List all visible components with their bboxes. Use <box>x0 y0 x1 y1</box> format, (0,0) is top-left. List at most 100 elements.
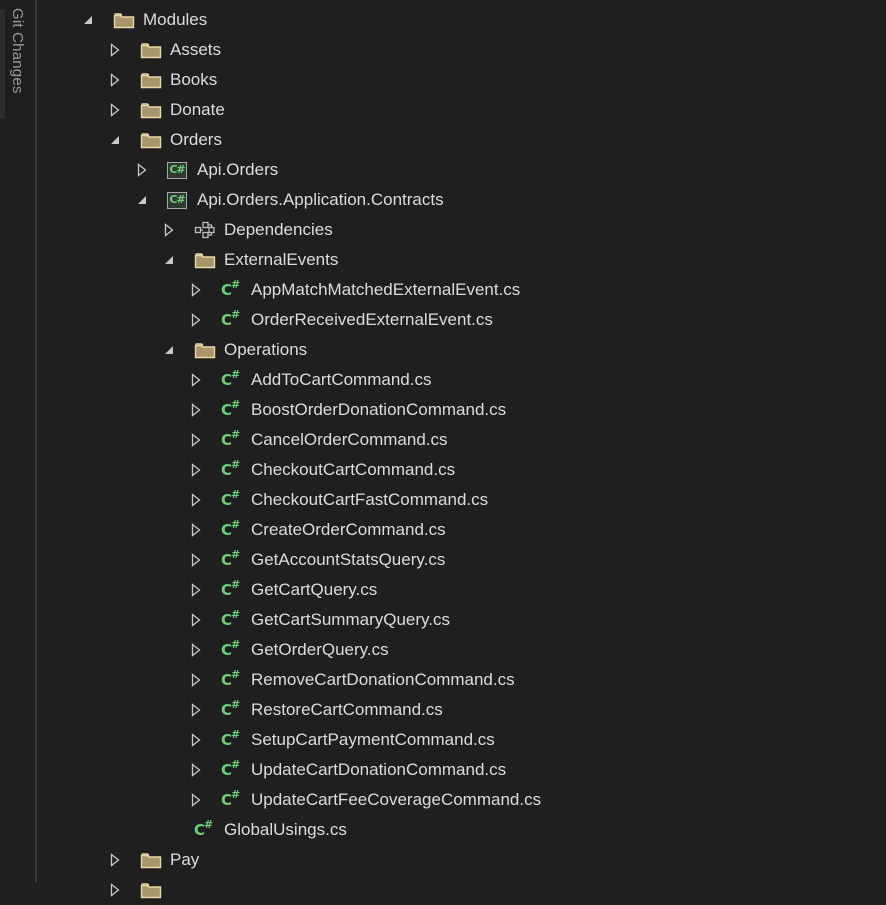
expanded-arrow-icon[interactable] <box>162 335 176 365</box>
folder-item[interactable]: Pay <box>37 845 886 875</box>
tree-item-label: Pay <box>170 850 200 869</box>
tree-item-label: Donate <box>170 100 225 119</box>
dependencies-item[interactable]: Dependencies <box>37 215 886 245</box>
tree-item-label: BoostOrderDonationCommand.cs <box>251 400 507 419</box>
tree-item-label: Api.Orders.Application.Contracts <box>197 190 444 209</box>
collapsed-arrow-icon[interactable] <box>162 215 176 245</box>
file-item[interactable]: C# SetupCartPaymentCommand.cs <box>37 725 886 755</box>
file-item[interactable]: C# BoostOrderDonationCommand.cs <box>37 395 886 425</box>
side-tool-strip: Git Changes <box>0 0 35 882</box>
file-item[interactable]: C# GetAccountStatsQuery.cs <box>37 545 886 575</box>
file-item[interactable]: C# GetCartQuery.cs <box>37 575 886 605</box>
collapsed-arrow-icon[interactable] <box>108 875 122 905</box>
collapsed-arrow-icon[interactable] <box>189 425 203 455</box>
tree-item-label: RemoveCartDonationCommand.cs <box>251 670 515 689</box>
collapsed-arrow-icon[interactable] <box>189 635 203 665</box>
csharp-file-icon: C# <box>221 578 240 599</box>
tree-item-label: CancelOrderCommand.cs <box>251 430 448 449</box>
tree-item-label: Operations <box>224 340 308 359</box>
active-tab-indicator <box>0 10 5 118</box>
file-item[interactable]: C# RestoreCartCommand.cs <box>37 695 886 725</box>
csharp-file-icon: C# <box>221 368 240 389</box>
file-item[interactable]: C# CancelOrderCommand.cs <box>37 425 886 455</box>
csharp-file-icon: C# <box>221 728 240 749</box>
expanded-arrow-icon[interactable] <box>81 5 95 35</box>
collapsed-arrow-icon[interactable] <box>108 845 122 875</box>
csharp-file-icon: C# <box>221 518 240 539</box>
csharp-file-icon: C# <box>221 608 240 629</box>
tree-item-label: CheckoutCartCommand.cs <box>251 460 456 479</box>
file-item[interactable]: C# CheckoutCartCommand.cs <box>37 455 886 485</box>
folder-icon <box>113 5 135 35</box>
folder-item[interactable]: Operations <box>37 335 886 365</box>
file-item[interactable]: C# UpdateCartFeeCoverageCommand.cs <box>37 785 886 815</box>
tree-item-label: RestoreCartCommand.cs <box>251 700 443 719</box>
csharp-file-icon: C# <box>221 398 240 419</box>
expanded-arrow-icon[interactable] <box>108 125 122 155</box>
folder-item[interactable]: Donate <box>37 95 886 125</box>
folder-item[interactable]: Orders <box>37 125 886 155</box>
file-item[interactable]: C# OrderReceivedExternalEvent.cs <box>37 305 886 335</box>
collapsed-arrow-icon[interactable] <box>189 395 203 425</box>
tree-item-label: UpdateCartDonationCommand.cs <box>251 760 507 779</box>
tree-item-label: AppMatchMatchedExternalEvent.cs <box>251 280 521 299</box>
file-item[interactable]: C# AppMatchMatchedExternalEvent.cs <box>37 275 886 305</box>
folder-item[interactable]: ExternalEvents <box>37 245 886 275</box>
file-item[interactable]: C# GetCartSummaryQuery.cs <box>37 605 886 635</box>
folder-item[interactable]: Modules <box>37 5 886 35</box>
collapsed-arrow-icon[interactable] <box>108 35 122 65</box>
collapsed-arrow-icon[interactable] <box>135 155 149 185</box>
project-item[interactable]: C# Api.Orders.Application.Contracts <box>37 185 886 215</box>
collapsed-arrow-icon[interactable] <box>189 725 203 755</box>
collapsed-arrow-icon[interactable] <box>189 455 203 485</box>
dependencies-icon <box>194 215 216 245</box>
collapsed-arrow-icon[interactable] <box>189 365 203 395</box>
file-item[interactable]: C# GlobalUsings.cs <box>37 815 886 845</box>
collapsed-arrow-icon[interactable] <box>189 605 203 635</box>
collapsed-arrow-icon[interactable] <box>189 785 203 815</box>
csharp-file-icon: C# <box>221 638 240 659</box>
collapsed-arrow-icon[interactable] <box>189 695 203 725</box>
csharp-file-icon: C# <box>221 788 240 809</box>
collapsed-arrow-icon[interactable] <box>189 305 203 335</box>
expanded-arrow-icon[interactable] <box>135 185 149 215</box>
tree-item-label: GetCartSummaryQuery.cs <box>251 610 451 629</box>
file-item[interactable]: C# CheckoutCartFastCommand.cs <box>37 485 886 515</box>
tree-item-label: SetupCartPaymentCommand.cs <box>251 730 495 749</box>
csharp-file-icon: C# <box>221 278 240 299</box>
collapsed-arrow-icon[interactable] <box>189 665 203 695</box>
collapsed-arrow-icon[interactable] <box>189 515 203 545</box>
file-item[interactable]: C# AddToCartCommand.cs <box>37 365 886 395</box>
expanded-arrow-icon[interactable] <box>162 245 176 275</box>
collapsed-arrow-icon[interactable] <box>189 575 203 605</box>
git-changes-tab[interactable]: Git Changes <box>9 8 26 94</box>
folder-item[interactable]: Assets <box>37 35 886 65</box>
tree-item-label: GetAccountStatsQuery.cs <box>251 550 446 569</box>
folder-icon <box>140 65 162 95</box>
file-item[interactable]: C# UpdateCartDonationCommand.cs <box>37 755 886 785</box>
csharp-project-icon: C# <box>167 185 187 215</box>
collapsed-arrow-icon[interactable] <box>189 545 203 575</box>
folder-icon <box>140 35 162 65</box>
file-item[interactable]: C# CreateOrderCommand.cs <box>37 515 886 545</box>
folder-item[interactable]: Books <box>37 65 886 95</box>
csharp-file-icon: C# <box>221 428 240 449</box>
tree-item-label: Assets <box>170 40 222 59</box>
tree-item-label: GetOrderQuery.cs <box>251 640 389 659</box>
tree-item-label: CreateOrderCommand.cs <box>251 520 446 539</box>
collapsed-arrow-icon[interactable] <box>189 275 203 305</box>
collapsed-arrow-icon[interactable] <box>108 65 122 95</box>
csharp-file-icon: C# <box>221 668 240 689</box>
folder-item[interactable] <box>37 875 886 905</box>
project-item[interactable]: C# Api.Orders <box>37 155 886 185</box>
folder-icon <box>140 125 162 155</box>
csharp-file-icon: C# <box>221 308 240 329</box>
collapsed-arrow-icon[interactable] <box>108 95 122 125</box>
tree-item-label: CheckoutCartFastCommand.cs <box>251 490 489 509</box>
file-item[interactable]: C# RemoveCartDonationCommand.cs <box>37 665 886 695</box>
collapsed-arrow-icon[interactable] <box>189 755 203 785</box>
tree-item-label: AddToCartCommand.cs <box>251 370 432 389</box>
collapsed-arrow-icon[interactable] <box>189 485 203 515</box>
file-item[interactable]: C# GetOrderQuery.cs <box>37 635 886 665</box>
tree-item-label: GetCartQuery.cs <box>251 580 378 599</box>
